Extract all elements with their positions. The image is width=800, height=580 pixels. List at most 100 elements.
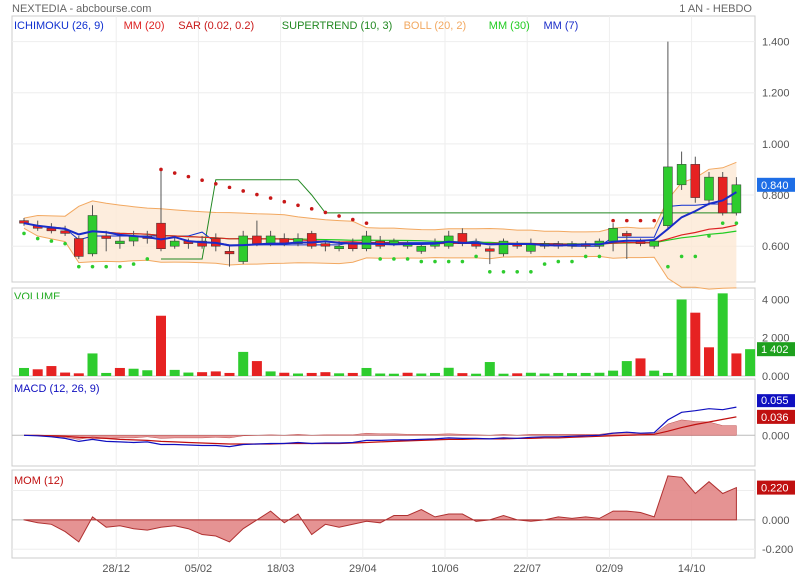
volume-bar <box>334 373 345 376</box>
volume-bar <box>608 370 619 376</box>
candle-down <box>485 248 495 252</box>
candle-up <box>498 240 509 255</box>
volume-bar <box>580 372 591 376</box>
x-tick-label: 05/02 <box>185 563 213 575</box>
sar-dot <box>638 218 643 223</box>
volume-bar <box>142 370 153 376</box>
volume-bar <box>704 347 714 376</box>
sar-dot <box>392 257 396 261</box>
candle-down <box>156 222 166 250</box>
sar-dot <box>77 264 81 269</box>
volume-bar <box>46 366 57 376</box>
sar-dot <box>131 262 136 266</box>
volume-bar <box>60 372 71 376</box>
sar-dot <box>515 269 519 274</box>
x-tick-label: 02/09 <box>596 563 624 575</box>
sar-dot <box>241 189 245 193</box>
candle-up <box>169 240 180 247</box>
volume-bar <box>156 315 166 376</box>
candle-up <box>608 228 618 242</box>
price-tick-label: 0.600 <box>762 241 790 253</box>
volume-tick-label: 4 000 <box>762 294 790 306</box>
candle-up <box>416 245 427 252</box>
sar-dot <box>49 239 54 243</box>
price-tick-label: 1.000 <box>762 139 790 151</box>
x-tick-label: 10/06 <box>431 563 459 575</box>
chart-title: NEXTEDIA - abcbourse.com <box>12 3 152 15</box>
sar-dot <box>323 210 328 215</box>
volume-bar <box>594 372 605 376</box>
sar-dot <box>364 221 369 225</box>
volume-bar <box>388 373 399 376</box>
candle-up <box>676 164 687 186</box>
volume-tick-label: 0.000 <box>762 371 790 383</box>
sar-dot <box>268 196 273 200</box>
sar-dot <box>214 181 218 186</box>
candle-down <box>224 251 235 255</box>
x-tick-label: 22/07 <box>513 563 541 575</box>
x-tick-label: 28/12 <box>102 563 130 575</box>
volume-bar <box>498 373 509 376</box>
candle-down <box>74 238 84 257</box>
volume-bar <box>101 372 112 376</box>
candle-up <box>731 184 742 214</box>
volume-bar <box>662 372 673 376</box>
sar-dot <box>597 254 602 259</box>
legend-entry: BOLL (20, 2) <box>404 20 467 32</box>
sar-dot <box>693 254 698 259</box>
candle-up <box>389 240 399 244</box>
sar-dot <box>255 192 259 197</box>
sar-dot <box>707 234 711 238</box>
sar-dot <box>666 264 670 269</box>
candle-down <box>690 164 701 198</box>
volume-bar <box>224 372 235 376</box>
sar-dot <box>200 178 204 183</box>
candle-up <box>238 235 248 262</box>
volume-bar <box>690 312 701 376</box>
chart-window: 28/12 05/02 18/03 29/04 10/06 22/07 02/09 14/10… <box>0 0 800 580</box>
candle-down <box>252 235 262 244</box>
volume-bar <box>731 353 742 376</box>
price-tick-label: 0.800 <box>762 190 790 202</box>
sar-dot <box>652 218 656 223</box>
volume-bar <box>676 299 687 376</box>
sar-dot <box>282 199 287 204</box>
candle-up <box>663 166 673 226</box>
sar-dot <box>90 264 95 269</box>
sar-dot <box>529 269 533 274</box>
sar-dot <box>172 171 177 175</box>
volume-bar <box>525 372 536 376</box>
candle-down <box>306 233 317 247</box>
volume-bar <box>19 367 29 376</box>
volume-bar <box>238 351 249 376</box>
candle-down <box>101 235 111 239</box>
sar-dot <box>118 264 122 269</box>
sar-dot <box>22 231 26 236</box>
legend-entry: MM (7) <box>544 20 579 32</box>
candle-up <box>704 176 714 201</box>
volume-bar <box>484 362 495 376</box>
sar-dot <box>583 254 588 259</box>
sar-dot <box>351 217 355 222</box>
legend-entry: SUPERTREND (10, 3) <box>282 20 392 32</box>
volume-bar <box>745 349 756 376</box>
sar-dot <box>104 264 108 269</box>
volume-bar <box>169 369 180 376</box>
candle-up <box>115 240 125 244</box>
sar-dot <box>460 259 465 264</box>
macd-tick-label: 0.000 <box>762 430 790 442</box>
momentum-tick-label: -0.200 <box>762 544 793 556</box>
legend-entry: MM (20) <box>124 20 165 32</box>
volume-bar <box>375 373 386 376</box>
price-tick-label: 1.400 <box>762 37 790 49</box>
candle-down <box>717 176 728 214</box>
volume-last-value: 1 402 <box>761 344 789 356</box>
sar-dot <box>186 174 191 179</box>
volume-bar <box>717 293 728 376</box>
price-last-value: 0.840 <box>761 180 789 192</box>
volume-bar <box>649 370 660 376</box>
volume-bar <box>457 373 468 376</box>
momentum-title: MOM (12) <box>14 475 64 487</box>
momentum-tick-label: 0.000 <box>762 515 790 527</box>
volume-bar <box>279 372 290 376</box>
